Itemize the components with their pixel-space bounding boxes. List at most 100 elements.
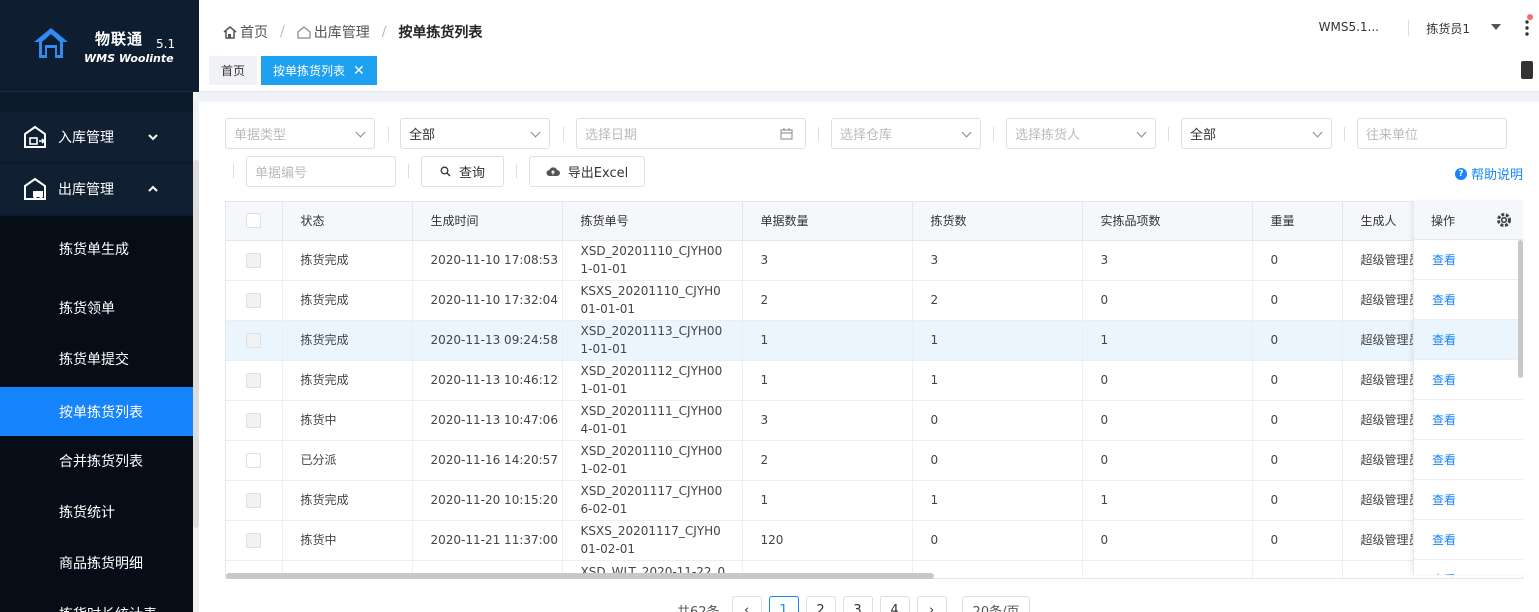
table-row[interactable]: 拣货完成 2020-11-10 17:08:53 XSD_20201110_CJ… — [226, 240, 1522, 281]
qty-cell: 3 — [742, 240, 913, 281]
picked-cell: 1 — [912, 480, 1083, 521]
pick-no-cell: XSD_20201110_CJYH001-01-01 — [562, 240, 743, 281]
picked-cell: 0 — [912, 400, 1083, 441]
sidebar: 物联通 5.1 WMS Woolinte 入库管理 出库管理 拣货单生成 拣货领… — [0, 0, 199, 612]
tab-order-pick-list[interactable]: 按单拣货列表 ✕ — [261, 56, 377, 85]
select-all-header — [226, 202, 283, 241]
breadcrumb-outbound[interactable]: 出库管理 — [314, 22, 370, 42]
page-size-select[interactable]: 20条/页 — [961, 596, 1031, 612]
table-row[interactable]: 拣货中 2020-11-13 10:47:06 XSD_20201111_CJY… — [226, 400, 1522, 441]
select-all-checkbox[interactable] — [246, 213, 261, 229]
more-vertical-icon[interactable] — [1525, 20, 1529, 36]
status-cell: 拣货完成 — [282, 280, 413, 321]
row-checkbox[interactable] — [246, 292, 261, 308]
column-header[interactable]: 拣货单号 — [562, 202, 743, 241]
table-row[interactable]: 拣货完成 2020-11-13 10:46:12 XSD_20201112_CJ… — [226, 360, 1522, 401]
status-select-2[interactable]: 全部 — [1181, 118, 1332, 149]
date-picker[interactable]: 选择日期 — [576, 118, 806, 149]
sidebar-item-order-pick-list[interactable]: 按单拣货列表 — [0, 387, 193, 436]
row-checkbox-cell — [226, 520, 283, 561]
qty-cell: 2 — [742, 440, 913, 481]
column-header[interactable]: 重量 — [1252, 202, 1343, 241]
prev-page-button[interactable]: ‹ — [731, 596, 762, 612]
home-icon — [223, 26, 237, 39]
sidebar-item-pick-duration[interactable]: 拣货时长统计表 — [0, 589, 193, 612]
caret-down-icon[interactable] — [1491, 24, 1501, 30]
sidebar-item-pick-generate[interactable]: 拣货单生成 — [0, 224, 193, 273]
sidebar-item-merge-pick-list[interactable]: 合并拣货列表 — [0, 436, 193, 485]
nav-group-inbound[interactable]: 入库管理 — [0, 112, 193, 162]
nav-group-outbound[interactable]: 出库管理 — [0, 164, 193, 214]
picker-select[interactable]: 选择拣货人 — [1006, 118, 1156, 149]
table-vertical-scrollbar[interactable] — [1518, 240, 1523, 378]
status-value: 全部 — [1190, 128, 1217, 143]
view-link[interactable]: 查看 — [1414, 320, 1523, 360]
status-select-1[interactable]: 全部 — [400, 118, 550, 149]
weight-cell: 0 — [1252, 400, 1343, 441]
help-link[interactable]: ? 帮助说明 — [1454, 164, 1523, 183]
doc-no-input[interactable]: 单据编号 — [246, 156, 396, 187]
query-button[interactable]: 查询 — [421, 156, 504, 187]
view-link[interactable]: 查看 — [1414, 400, 1523, 440]
view-link[interactable]: 查看 — [1414, 240, 1523, 280]
view-link[interactable]: 查看 — [1414, 520, 1523, 560]
page-button[interactable]: 1 — [768, 596, 799, 612]
row-checkbox[interactable] — [246, 332, 261, 348]
items-cell: 3 — [1082, 240, 1253, 281]
column-header[interactable]: 拣货数 — [912, 202, 1083, 241]
items-cell: 1 — [1082, 320, 1253, 361]
tab-home[interactable]: 首页 — [209, 56, 258, 85]
pick-no-cell: XSD_20201111_CJYH004-01-01 — [562, 400, 743, 441]
table-horizontal-scrollbar[interactable] — [226, 573, 934, 579]
column-header[interactable]: 实拣品项数 — [1082, 202, 1253, 241]
table-row[interactable]: 拣货完成 2020-11-13 09:24:58 XSD_20201113_CJ… — [226, 320, 1522, 361]
user-name[interactable]: 拣货员1 — [1426, 20, 1470, 37]
table-header-row: 状态 生成时间 拣货单号 单据数量 拣货数 实拣品项数 重量 生成人 — [226, 202, 1522, 241]
next-page-button[interactable]: › — [916, 596, 947, 612]
row-checkbox[interactable] — [246, 372, 261, 388]
items-cell: 0 — [1082, 280, 1253, 321]
table-row[interactable]: 拣货完成 2020-11-20 10:15:20 XSD_20201117_CJ… — [226, 480, 1522, 521]
row-checkbox[interactable] — [246, 412, 261, 428]
table-row[interactable]: 已分派 2020-11-16 14:20:57 XSD_20201110_CJY… — [226, 440, 1522, 481]
page-button[interactable]: 4 — [879, 596, 910, 612]
sidebar-item-pick-stats[interactable]: 拣货统计 — [0, 487, 193, 536]
qty-cell: 2 — [742, 280, 913, 321]
close-icon[interactable]: ✕ — [353, 63, 365, 79]
warehouse-select[interactable]: 选择仓库 — [831, 118, 981, 149]
page-button[interactable]: 2 — [805, 596, 836, 612]
column-header[interactable]: 生成时间 — [412, 202, 563, 241]
sidebar-item-pick-submit[interactable]: 拣货单提交 — [0, 334, 193, 383]
breadcrumb-current: 按单拣货列表 — [398, 25, 483, 41]
tab-more-icon[interactable] — [1521, 61, 1533, 79]
gear-icon[interactable] — [1495, 211, 1513, 229]
export-excel-button[interactable]: 导出Excel — [529, 156, 645, 187]
view-link[interactable]: 查看 — [1414, 480, 1523, 520]
column-header[interactable]: 状态 — [282, 202, 413, 241]
export-label: 导出Excel — [567, 166, 629, 181]
version-label[interactable]: WMS5.1... — [1319, 20, 1379, 34]
row-checkbox[interactable] — [246, 452, 261, 468]
table-row[interactable]: 拣货中 2020-11-21 11:37:00 KSXS_20201117_CJ… — [226, 520, 1522, 561]
row-checkbox[interactable] — [246, 532, 261, 548]
page-button[interactable]: 3 — [842, 596, 873, 612]
picked-cell: 1 — [912, 320, 1083, 361]
search-icon — [440, 166, 451, 177]
sidebar-item-product-pick-detail[interactable]: 商品拣货明细 — [0, 538, 193, 587]
breadcrumb-home[interactable]: 首页 — [240, 22, 268, 42]
tab-label: 首页 — [221, 64, 246, 78]
query-label: 查询 — [458, 166, 485, 181]
table-row[interactable]: 拣货完成 2020-11-10 17:32:04 KSXS_20201110_C… — [226, 280, 1522, 321]
column-header[interactable]: 单据数量 — [742, 202, 913, 241]
notification-dot — [1527, 14, 1533, 20]
row-checkbox[interactable] — [246, 492, 261, 508]
sidebar-item-pick-claim[interactable]: 拣货领单 — [0, 283, 193, 332]
view-link[interactable]: 查看 — [1414, 360, 1523, 400]
partner-input[interactable]: 往来单位 — [1357, 118, 1507, 149]
row-checkbox[interactable] — [246, 252, 261, 268]
view-link[interactable]: 查看 — [1414, 560, 1523, 575]
view-link[interactable]: 查看 — [1414, 280, 1523, 320]
warehouse-placeholder: 选择仓库 — [840, 128, 893, 143]
view-link[interactable]: 查看 — [1414, 440, 1523, 480]
doc-type-select[interactable]: 单据类型 — [225, 118, 375, 149]
